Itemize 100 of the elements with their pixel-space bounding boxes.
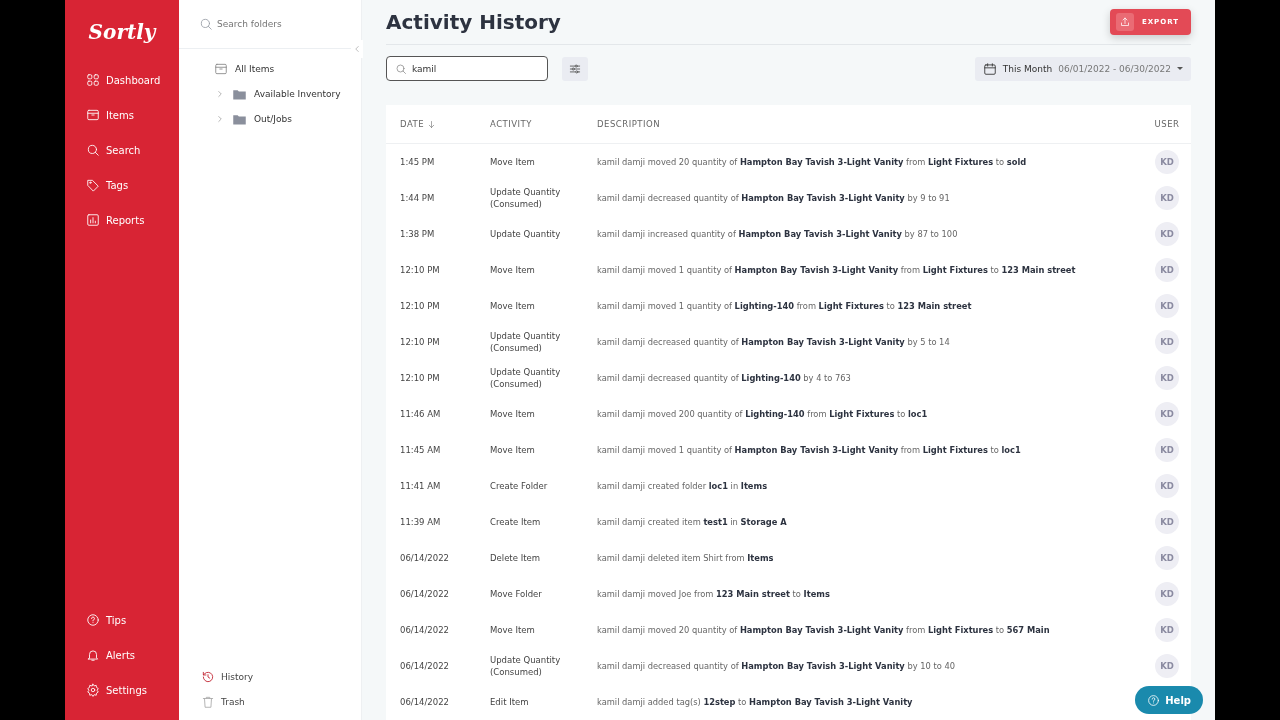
description-cell: kamil damji decreased quantity of Lighting-140 by 4 to 763	[597, 373, 851, 383]
date-cell: 11:41 AM	[400, 481, 441, 491]
arrow-down-icon	[427, 119, 437, 129]
activity-cell-text: Update Quantity (Consumed)	[490, 366, 562, 390]
nav-item[interactable]: Settings	[86, 680, 179, 700]
user-avatar: KD	[1155, 582, 1179, 606]
date-cell: 11:46 AM	[400, 409, 441, 419]
activity-cell-text: Create Folder	[490, 480, 549, 492]
user-avatar: KD	[1155, 654, 1179, 678]
tree-item[interactable]: Out/Jobs	[214, 111, 361, 127]
chevron-left-icon	[352, 44, 362, 54]
user-avatar: KD	[1155, 618, 1179, 642]
date-cell: 12:10 PM	[400, 265, 440, 275]
nav-item[interactable]: Items	[86, 105, 179, 125]
bell-icon	[86, 648, 100, 662]
description-cell: kamil damji decreased quantity of Hampton Bay Tavish 3-Light Vanity by 9 to 91	[597, 193, 950, 203]
column-header: USER	[1154, 119, 1180, 129]
search-icon	[199, 17, 213, 31]
description-cell: kamil damji moved 20 quantity of Hampton Bay Tavish 3-Light Vanity from Light Fixtures to 567 Main	[597, 625, 1050, 635]
user-avatar: KD	[1155, 366, 1179, 390]
description-cell: kamil damji added tag(s) 12step to Hampton Bay Tavish 3-Light Vanity	[597, 697, 913, 707]
column-header[interactable]: DATE	[400, 119, 437, 129]
user-avatar: KD	[1155, 186, 1179, 210]
activity-cell-text: Update Quantity (Consumed)	[490, 654, 562, 678]
folder-link[interactable]: Trash	[201, 694, 361, 710]
activity-cell-text: Move Item	[490, 624, 536, 636]
activity-cell-text: Edit Item	[490, 696, 530, 708]
chart-icon	[86, 213, 100, 227]
nav-item[interactable]: Tags	[86, 175, 179, 195]
user-avatar: KD	[1155, 510, 1179, 534]
user-avatar: KD	[1155, 258, 1179, 282]
description-cell: kamil damji moved 20 quantity of Hampton Bay Tavish 3-Light Vanity from Light Fixtures to sold	[597, 157, 1027, 167]
user-avatar: KD	[1155, 474, 1179, 498]
help-button[interactable]: Help	[1135, 686, 1203, 714]
activity-cell-text: Update Quantity (Consumed)	[490, 186, 562, 210]
user-avatar: KD	[1155, 150, 1179, 174]
description-cell: kamil damji moved 1 quantity of Lighting-140 from Light Fixtures to 123 Main street	[597, 301, 972, 311]
date-cell: 12:10 PM	[400, 373, 440, 383]
help-icon	[1147, 693, 1161, 707]
box-icon	[214, 62, 228, 76]
logo: Sortly	[87, 19, 158, 46]
activity-cell-text: Move Item	[490, 264, 536, 276]
activity-cell-text: Move Item	[490, 300, 536, 312]
user-avatar: KD	[1155, 330, 1179, 354]
help-icon	[86, 613, 100, 627]
search-field[interactable]: kamil	[386, 56, 548, 81]
tag-icon	[86, 178, 100, 192]
filter-button[interactable]	[562, 56, 588, 81]
caret-icon	[1177, 67, 1183, 70]
search-icon	[395, 62, 407, 75]
activity-cell-text: Move Item	[490, 444, 536, 456]
description-cell: kamil damji moved 200 quantity of Lighting-140 from Light Fixtures to loc1	[597, 409, 928, 419]
column-header: ACTIVITY	[490, 119, 532, 129]
nav-item[interactable]: Tips	[86, 610, 179, 630]
gear-icon	[86, 683, 100, 697]
nav-item[interactable]: Search	[86, 140, 179, 160]
description-cell: kamil damji deleted item Shirt from Items	[597, 553, 774, 563]
user-avatar: KD	[1155, 294, 1179, 318]
description-cell: kamil damji created folder loc1 in Items	[597, 481, 768, 491]
box-icon	[86, 108, 100, 122]
search-icon	[86, 143, 100, 157]
description-cell: kamil damji created item test1 in Storage A	[597, 517, 787, 527]
description-cell: kamil damji moved 1 quantity of Hampton Bay Tavish 3-Light Vanity from Light Fixtures to 123 Main street	[597, 265, 1076, 275]
folder-link[interactable]: History	[201, 669, 361, 685]
nav-item[interactable]: Dashboard	[86, 70, 179, 90]
activity-cell-text: Create Item	[490, 516, 542, 528]
description-cell: kamil damji decreased quantity of Hampton Bay Tavish 3-Light Vanity by 5 to 14	[597, 337, 950, 347]
user-avatar: KD	[1155, 438, 1179, 462]
tree-item[interactable]: Available Inventory	[214, 86, 361, 102]
activity-cell-text: Update Quantity (Consumed)	[490, 330, 562, 354]
chevron-icon	[215, 89, 225, 99]
activity-cell-text: Move Folder	[490, 588, 543, 600]
page-title: Activity History	[386, 10, 561, 34]
activity-cell-text: Update Quantity	[490, 228, 562, 240]
description-cell: kamil damji increased quantity of Hampton Bay Tavish 3-Light Vanity by 87 to 100	[597, 229, 958, 239]
date-cell: 1:45 PM	[400, 157, 435, 167]
nav-item[interactable]: Reports	[86, 210, 179, 230]
date-range-button[interactable]: This Month 06/01/2022 - 06/30/2022	[974, 56, 1191, 81]
tree-item[interactable]: All Items	[214, 61, 361, 77]
activity-cell-text: Delete Item	[490, 552, 541, 564]
date-cell: 06/14/2022	[400, 553, 449, 563]
column-header: DESCRIPTION	[597, 119, 661, 129]
description-cell: kamil damji moved Joe from 123 Main street to Items	[597, 589, 830, 599]
upload-icon	[1118, 16, 1131, 28]
activity-cell-text: Move Item	[490, 156, 536, 168]
date-cell: 06/14/2022	[400, 625, 449, 635]
date-cell: 12:10 PM	[400, 337, 440, 347]
date-cell: 11:45 AM	[400, 445, 441, 455]
date-cell: 11:39 AM	[400, 517, 441, 527]
user-avatar: KD	[1155, 546, 1179, 570]
grid-icon	[86, 73, 100, 87]
nav-item[interactable]: Alerts	[86, 645, 179, 665]
date-cell: 06/14/2022	[400, 697, 449, 707]
date-cell: 06/14/2022	[400, 589, 449, 599]
date-cell: 1:44 PM	[400, 193, 435, 203]
date-cell: 1:38 PM	[400, 229, 435, 239]
description-cell: kamil damji moved 1 quantity of Hampton Bay Tavish 3-Light Vanity from Light Fixtures to loc1	[597, 445, 1021, 455]
date-cell: 06/14/2022	[400, 661, 449, 671]
date-cell: 12:10 PM	[400, 301, 440, 311]
activity-cell-text: Move Item	[490, 408, 536, 420]
